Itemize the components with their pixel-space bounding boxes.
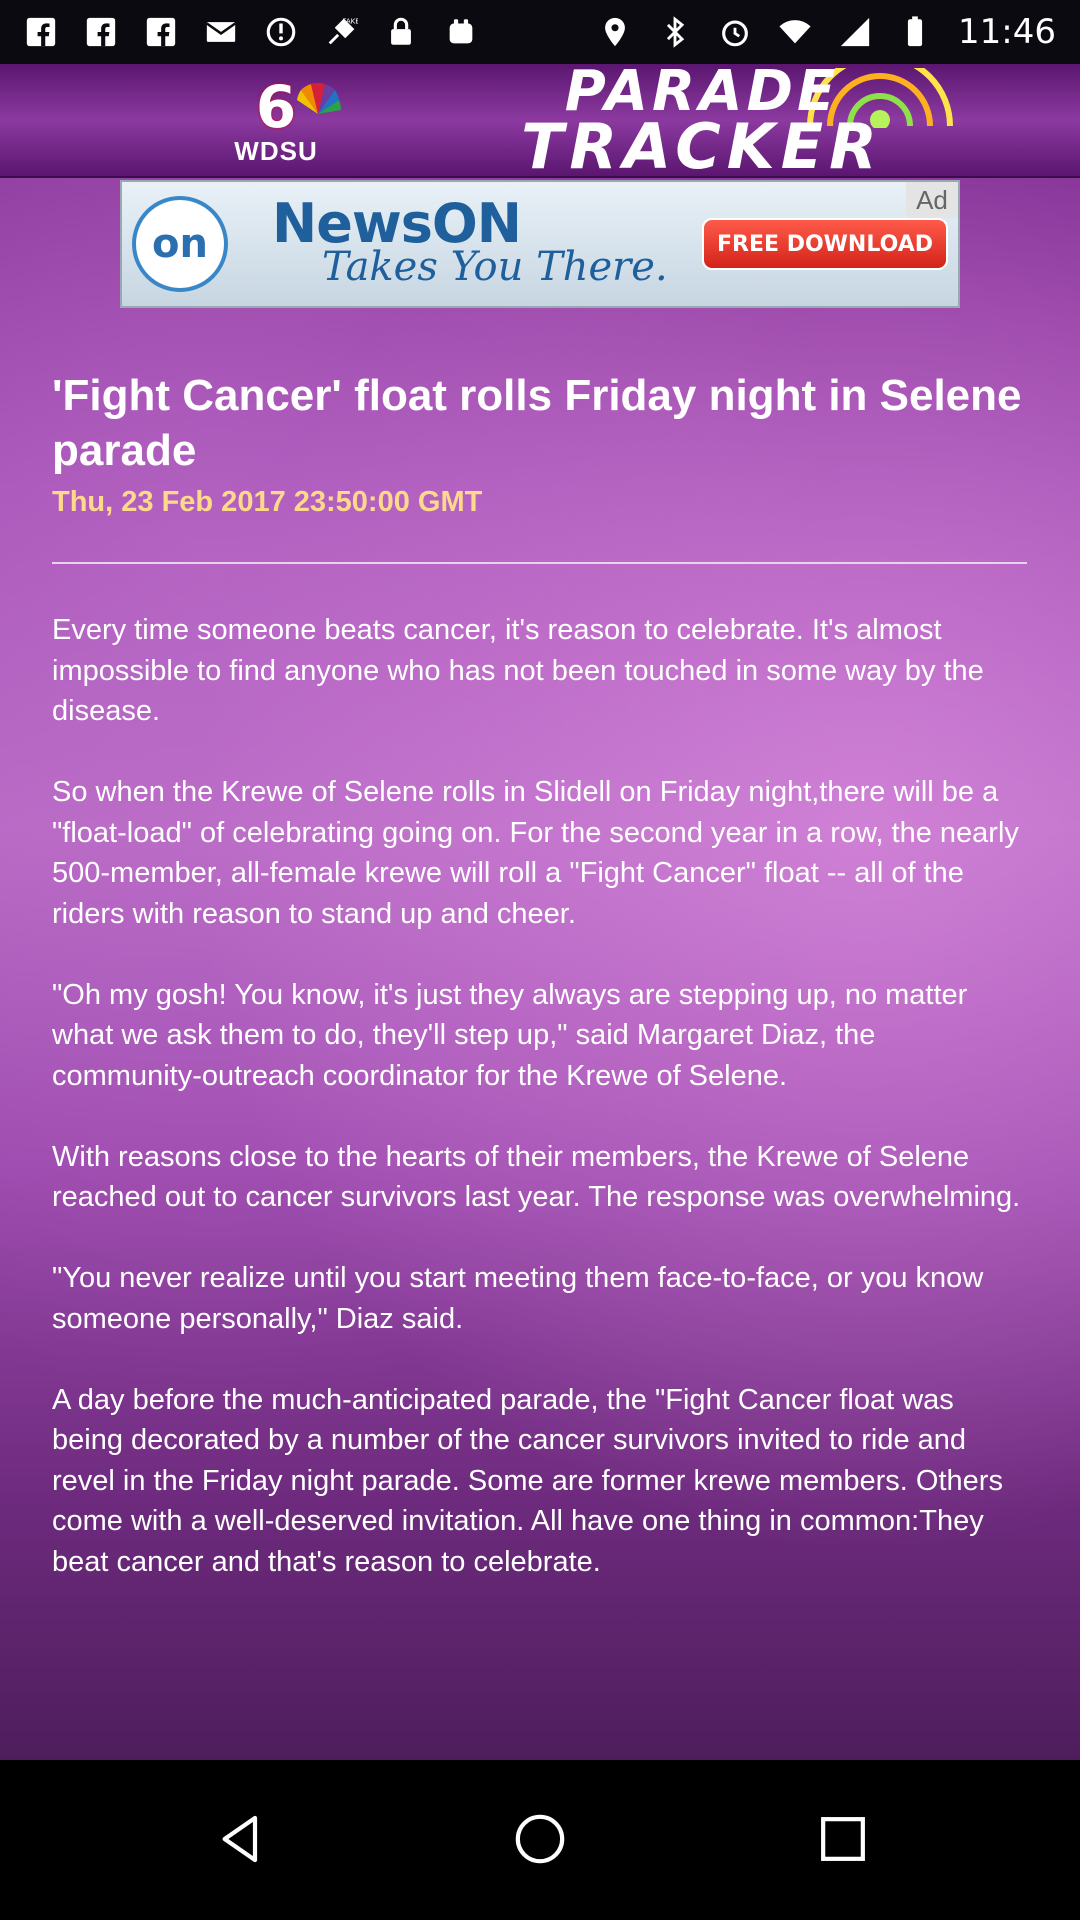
- app-title: PARADE TRACKER: [372, 64, 1032, 183]
- back-button[interactable]: [196, 1794, 286, 1884]
- app-content: 6 WDSU PARADE TRACKER on NewsON Takes Yo…: [0, 64, 1080, 1760]
- facebook-icon: [84, 15, 118, 49]
- home-button[interactable]: [495, 1794, 585, 1884]
- bluetooth-icon: [658, 15, 692, 49]
- status-bar: FAKE 11:46: [0, 0, 1080, 64]
- recents-button[interactable]: [798, 1794, 888, 1884]
- article-paragraph: "Oh my gosh! You know, it's just they al…: [52, 978, 968, 1092]
- facebook-icon: [24, 15, 58, 49]
- signal-icon: [838, 15, 872, 49]
- article-paragraph: A day before the much-anticipated parade…: [52, 1383, 1003, 1578]
- location-icon: [598, 15, 632, 49]
- article-paragraph: "You never realize until you start meeti…: [52, 1262, 984, 1335]
- recents-icon: [821, 1817, 865, 1861]
- article-paragraph: Every time someone beats cancer, it's re…: [52, 614, 984, 727]
- alarm-icon: [718, 15, 752, 49]
- status-right-icons: 11:46: [598, 12, 1056, 52]
- battery-icon: [898, 15, 932, 49]
- article-body[interactable]: Every time someone beats cancer, it's re…: [52, 610, 1032, 1623]
- ad-banner[interactable]: on NewsON Takes You There. FREE DOWNLOAD…: [120, 180, 960, 308]
- ad-logo: on: [132, 196, 228, 292]
- article-date: Thu, 23 Feb 2017 23:50:00 GMT: [52, 486, 483, 518]
- article-title: 'Fight Cancer' float rolls Friday night …: [52, 371, 1022, 475]
- station-call-sign: WDSU: [234, 135, 318, 166]
- ad-tagline: Takes You There.: [322, 244, 668, 290]
- divider: [52, 562, 1027, 564]
- ad-download-button[interactable]: FREE DOWNLOAD: [702, 218, 948, 270]
- wifi-icon: [778, 15, 812, 49]
- fake-gps-icon: FAKE: [324, 15, 360, 49]
- article-paragraph: With reasons close to the hearts of thei…: [52, 1140, 1021, 1214]
- status-left-icons: FAKE: [24, 15, 478, 49]
- sync-icon: [264, 15, 298, 49]
- navigation-bar: [0, 1760, 1080, 1920]
- app-banner: 6 WDSU PARADE TRACKER: [0, 64, 1080, 178]
- back-icon: [222, 1815, 258, 1863]
- station-logo: 6 WDSU: [196, 72, 356, 172]
- notification-icon: [444, 15, 478, 49]
- home-icon: [515, 1814, 565, 1864]
- facebook-icon: [144, 15, 178, 49]
- svg-text:FAKE: FAKE: [342, 17, 358, 26]
- status-time: 11:46: [958, 12, 1056, 52]
- app-title-line2: TRACKER: [521, 109, 883, 183]
- peacock-icon: [297, 82, 342, 114]
- ad-badge: Ad: [906, 182, 958, 218]
- mail-icon: [204, 15, 238, 49]
- lock-icon: [384, 15, 418, 49]
- article-paragraph: So when the Krewe of Selene rolls in Sli…: [52, 776, 1019, 930]
